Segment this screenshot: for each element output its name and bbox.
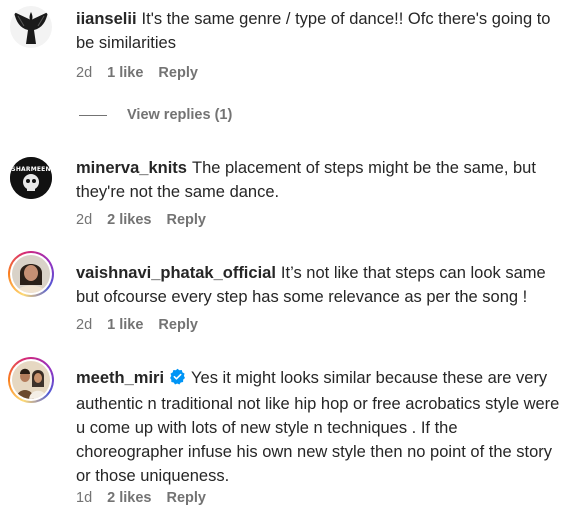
timestamp[interactable]: 2d — [76, 317, 92, 333]
avatar-story-ring[interactable] — [8, 251, 54, 297]
timestamp[interactable]: 1d — [76, 490, 92, 506]
reply-button[interactable]: Reply — [158, 65, 198, 81]
username[interactable]: meeth_miri — [76, 369, 164, 387]
comment-body: vaishnavi_phatak_official It’s not like t… — [76, 261, 563, 309]
person-photo-icon — [12, 255, 50, 293]
comment-meta: 1d 2 likes Reply — [76, 490, 221, 506]
avatar — [12, 361, 50, 399]
avatar[interactable]: SHARMEEN — [10, 157, 52, 199]
username[interactable]: vaishnavi_phatak_official — [76, 264, 276, 282]
reply-button[interactable]: Reply — [166, 212, 206, 228]
view-replies-button[interactable]: View replies (1) — [79, 107, 232, 123]
comment-text: It's the same genre / type of dance!! Of… — [76, 10, 551, 52]
verified-badge-icon — [169, 368, 186, 392]
skull-logo-icon — [10, 157, 52, 199]
comment-body: iianselii It's the same genre / type of d… — [76, 7, 563, 55]
avatar[interactable] — [10, 6, 52, 48]
winged-figure-icon — [10, 6, 52, 48]
couple-photo-icon — [12, 361, 50, 399]
divider-line — [79, 114, 107, 116]
likes-count[interactable]: 2 likes — [107, 212, 151, 228]
avatar-text: SHARMEEN — [11, 166, 51, 173]
username[interactable]: minerva_knits — [76, 159, 187, 177]
reply-button[interactable]: Reply — [166, 490, 206, 506]
comment-body: meeth_miri Yes it might looks similar bec… — [76, 366, 563, 488]
avatar — [12, 255, 50, 293]
comment-meta: 2d 1 like Reply — [76, 65, 213, 81]
view-replies-label: View replies (1) — [127, 107, 233, 123]
likes-count[interactable]: 1 like — [107, 317, 143, 333]
timestamp[interactable]: 2d — [76, 65, 92, 81]
comment-meta: 2d 2 likes Reply — [76, 212, 221, 228]
comment-body: minerva_knits The placement of steps migh… — [76, 156, 563, 204]
likes-count[interactable]: 1 like — [107, 65, 143, 81]
comment-meta: 2d 1 like Reply — [76, 317, 213, 333]
reply-button[interactable]: Reply — [158, 317, 198, 333]
timestamp[interactable]: 2d — [76, 212, 92, 228]
avatar-story-ring[interactable] — [8, 357, 54, 403]
username[interactable]: iianselii — [76, 10, 137, 28]
likes-count[interactable]: 2 likes — [107, 490, 151, 506]
